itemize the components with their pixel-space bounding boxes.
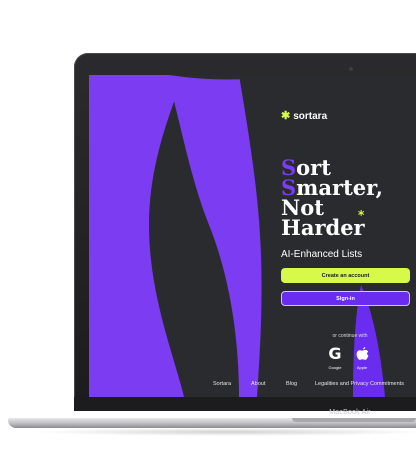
brand-name: sortara [293,111,328,122]
google-label: Google [328,365,342,370]
apple-icon [356,347,368,360]
device-model-label: MacBook Air [329,409,371,416]
footer-link-about[interactable]: About [251,381,265,387]
apple-signin-button[interactable]: Apple [350,346,374,370]
create-account-button[interactable]: Create an account [281,268,410,283]
continue-with-label: or continue with [332,333,368,339]
laptop-device: ✱ sortara Sort Smarter, Not Harder * AI-… [0,0,416,454]
hero-subheadline: AI-Enhanced Lists [281,249,363,260]
camera-icon [349,67,353,71]
laptop-shadow [30,428,416,436]
sparkle-icon: * [358,208,365,222]
laptop-base-notch [292,418,416,422]
google-icon: G [328,344,342,363]
footer-link-legal[interactable]: Legalities and Privacy Commitments [315,381,404,387]
google-signin-button[interactable]: G Google [323,344,347,371]
brand-logo: ✱ sortara [281,110,328,123]
sign-in-button[interactable]: Sign-in [281,291,410,306]
footer-link-sortara[interactable]: Sortara [213,381,231,387]
footer-nav: Sortara About Blog Legalities and Privac… [205,381,416,391]
asterisk-star-icon: ✱ [281,110,291,122]
footer-link-blog[interactable]: Blog [286,381,297,387]
apple-label: Apple [356,365,368,370]
hero-headline: Sort Smarter, Not Harder * [281,157,416,240]
headline-line-4: Harder [281,215,365,240]
